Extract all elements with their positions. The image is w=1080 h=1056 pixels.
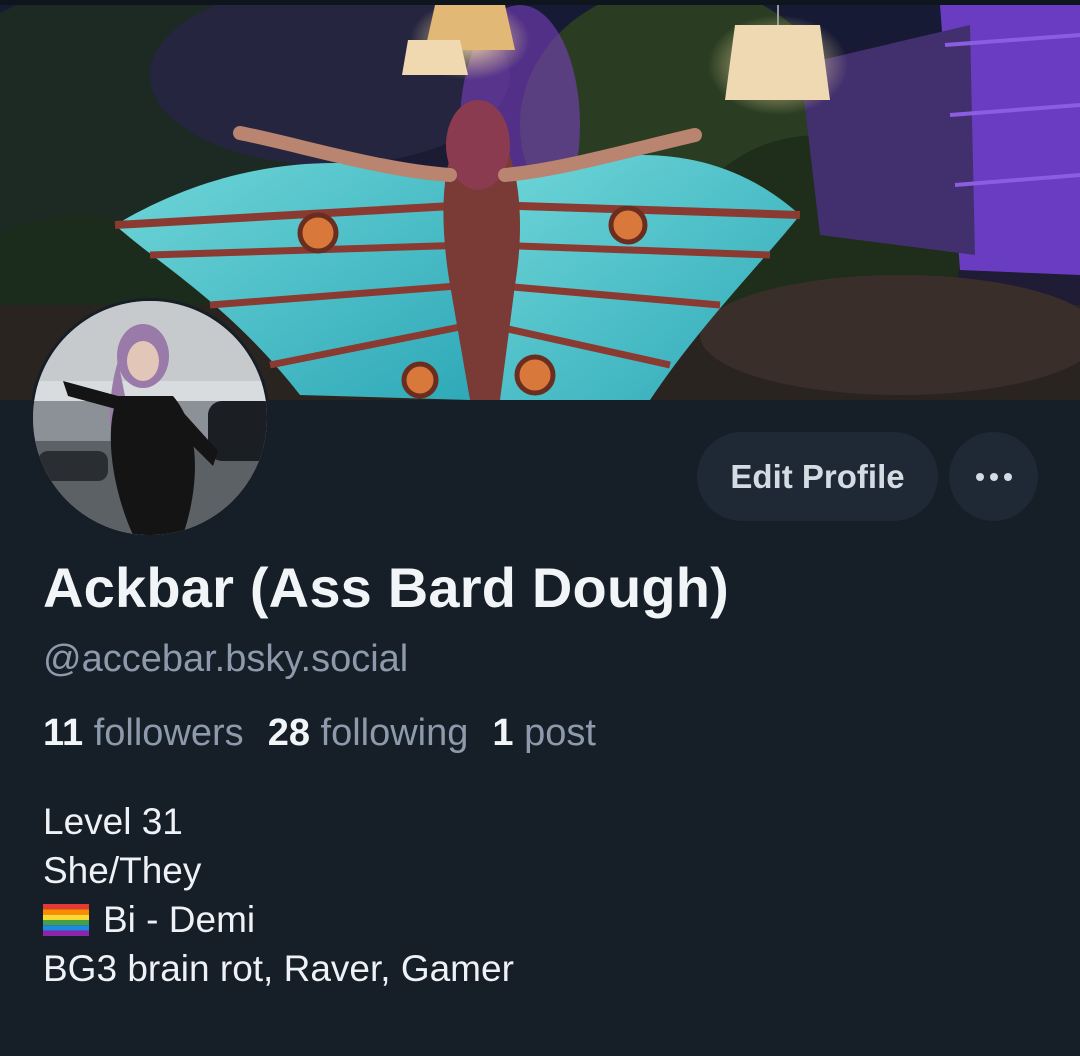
following-count: 28 (267, 712, 310, 754)
bio-line-level: Level 31 (43, 801, 183, 842)
posts-stat: 1 post (492, 712, 596, 755)
followers-label: followers (93, 712, 244, 754)
bio-line-pronouns: She/They (43, 850, 202, 891)
following-stat[interactable]: 28 following (268, 712, 469, 755)
more-options-button[interactable] (949, 432, 1038, 521)
posts-label: post (524, 712, 596, 754)
rainbow-flag-icon (43, 903, 89, 936)
bio-identity-text: Bi - Demi (103, 899, 256, 940)
display-name: Ackbar (Ass Bard Dough) (43, 556, 730, 619)
profile-page: Edit Profile Ackbar (Ass Bard Dough) @ac… (0, 0, 1080, 1056)
profile-stats: 11 followers 28 following 1 post (43, 712, 596, 755)
edit-profile-button[interactable]: Edit Profile (697, 432, 938, 521)
profile-bio: Level 31 She/They Bi - Demi BG3 brain ro… (43, 797, 514, 993)
profile-handle: @accebar.bsky.social (43, 638, 409, 680)
followers-stat[interactable]: 11 followers (43, 712, 244, 755)
edit-profile-label: Edit Profile (730, 457, 905, 495)
bio-line-interests: BG3 brain rot, Raver, Gamer (43, 948, 514, 989)
bio-line-identity: Bi - Demi (43, 895, 514, 944)
ellipsis-icon (975, 472, 1012, 481)
profile-avatar[interactable] (30, 298, 270, 538)
following-label: following (320, 712, 469, 754)
followers-count: 11 (43, 712, 84, 754)
posts-count: 1 (492, 712, 514, 754)
